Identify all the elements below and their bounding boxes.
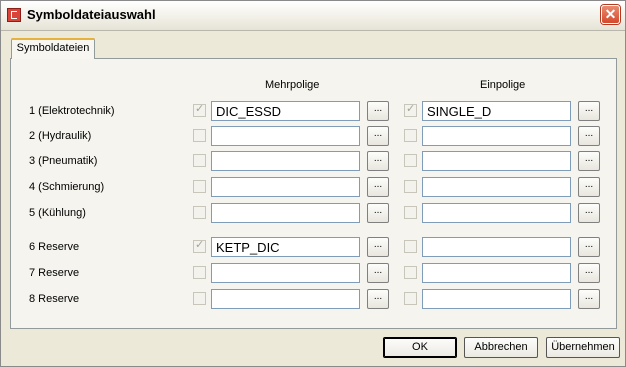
multi-browse-button[interactable]: ...	[367, 177, 389, 197]
multi-browse-button[interactable]: ...	[367, 237, 389, 257]
single-file-field[interactable]	[422, 289, 571, 309]
single-checkbox[interactable]	[404, 102, 417, 117]
multi-checkbox[interactable]	[193, 180, 206, 193]
multi-browse-button[interactable]: ...	[367, 126, 389, 146]
row-label: 3 (Pneumatik)	[29, 155, 98, 167]
multi-checkbox[interactable]	[193, 154, 206, 167]
tab-symboldateien[interactable]: Symboldateien	[11, 38, 95, 59]
single-file-field[interactable]	[422, 263, 571, 283]
multi-file-field[interactable]	[211, 203, 360, 223]
row-label: 1 (Elektrotechnik)	[29, 105, 115, 117]
single-file-field[interactable]	[422, 101, 571, 121]
multi-file-field[interactable]	[211, 237, 360, 257]
row-label: 4 (Schmierung)	[29, 181, 105, 193]
multi-browse-button[interactable]: ...	[367, 151, 389, 171]
dialog-window: Symboldateiauswahl ✕ Symboldateien Mehrp…	[0, 0, 626, 367]
multi-browse-button[interactable]: ...	[367, 289, 389, 309]
multi-checkbox[interactable]	[193, 266, 206, 279]
window-title: Symboldateiauswahl	[27, 7, 156, 22]
ok-button[interactable]: OK	[383, 337, 457, 358]
single-file-field[interactable]	[422, 151, 571, 171]
multi-file-field[interactable]	[211, 263, 360, 283]
single-browse-button[interactable]: ...	[578, 203, 600, 223]
row-label: 7 Reserve	[29, 267, 80, 279]
multi-checkbox[interactable]	[193, 129, 206, 142]
multi-browse-button[interactable]: ...	[367, 263, 389, 283]
row-label: 6 Reserve	[29, 241, 80, 253]
single-checkbox[interactable]	[404, 129, 417, 142]
multi-file-field[interactable]	[211, 177, 360, 197]
single-browse-button[interactable]: ...	[578, 177, 600, 197]
single-file-field[interactable]	[422, 177, 571, 197]
row-label: 8 Reserve	[29, 293, 80, 305]
single-file-field[interactable]	[422, 203, 571, 223]
single-browse-button[interactable]: ...	[578, 237, 600, 257]
single-checkbox[interactable]	[404, 154, 417, 167]
single-browse-button[interactable]: ...	[578, 289, 600, 309]
close-button[interactable]: ✕	[601, 5, 620, 24]
column-header-multi: Mehrpolige	[265, 79, 320, 91]
row-label: 2 (Hydraulik)	[29, 130, 92, 142]
multi-checkbox[interactable]	[193, 206, 206, 219]
apply-button[interactable]: Übernehmen	[546, 337, 620, 358]
single-checkbox[interactable]	[404, 292, 417, 305]
cancel-button[interactable]: Abbrechen	[464, 337, 538, 358]
single-browse-button[interactable]: ...	[578, 263, 600, 283]
single-browse-button[interactable]: ...	[578, 126, 600, 146]
single-checkbox[interactable]	[404, 240, 417, 253]
multi-file-field[interactable]	[211, 289, 360, 309]
multi-browse-button[interactable]: ...	[367, 101, 389, 121]
multi-checkbox[interactable]	[193, 238, 206, 253]
single-browse-button[interactable]: ...	[578, 151, 600, 171]
single-browse-button[interactable]: ...	[578, 101, 600, 121]
single-file-field[interactable]	[422, 237, 571, 257]
app-icon	[7, 8, 21, 22]
multi-file-field[interactable]	[211, 101, 360, 121]
multi-file-field[interactable]	[211, 126, 360, 146]
multi-checkbox[interactable]	[193, 292, 206, 305]
single-checkbox[interactable]	[404, 180, 417, 193]
multi-checkbox[interactable]	[193, 102, 206, 117]
single-file-field[interactable]	[422, 126, 571, 146]
multi-browse-button[interactable]: ...	[367, 203, 389, 223]
column-header-single: Einpolige	[480, 79, 526, 91]
title-bar[interactable]: Symboldateiauswahl ✕	[1, 1, 625, 31]
row-label: 5 (Kühlung)	[29, 207, 86, 219]
multi-file-field[interactable]	[211, 151, 360, 171]
single-checkbox[interactable]	[404, 206, 417, 219]
single-checkbox[interactable]	[404, 266, 417, 279]
